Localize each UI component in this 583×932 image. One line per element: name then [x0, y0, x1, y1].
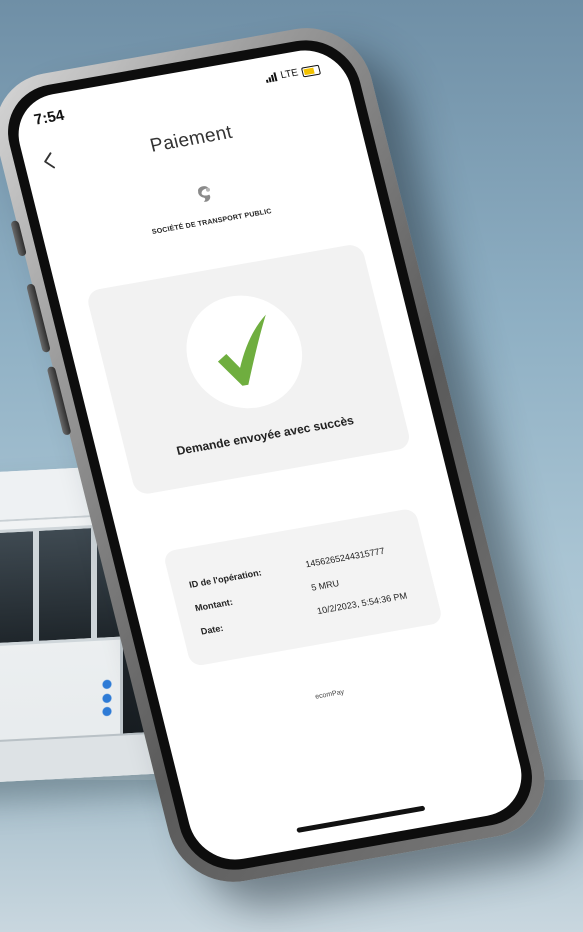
bus-logo-icon: [100, 675, 114, 717]
success-message: Demande envoyée avec succès: [175, 413, 356, 458]
detail-label: Date:: [199, 622, 225, 637]
transaction-details-card: ID de l'opération: 1456265244315777 Mont…: [162, 507, 444, 667]
status-time: 7:54: [32, 106, 67, 129]
network-label: LTE: [279, 67, 300, 82]
detail-label: Montant:: [193, 596, 234, 614]
footer-brand: ecomPay: [314, 688, 346, 701]
company-logo-icon: [198, 186, 211, 202]
detail-label: ID de l'opération:: [188, 567, 263, 590]
detail-value: 10/2/2023, 5:54:36 PM: [315, 590, 409, 617]
success-card: Demande envoyée avec succès: [85, 242, 412, 496]
status-indicators: LTE: [265, 64, 321, 84]
phone-mute-switch: [10, 220, 27, 257]
signal-icon: [265, 72, 278, 83]
detail-row-date: Date: 10/2/2023, 5:54:36 PM: [200, 588, 421, 637]
battery-icon: [300, 64, 321, 77]
home-indicator[interactable]: [296, 805, 426, 833]
detail-value: 1456265244315777: [304, 545, 386, 570]
bus-window: [0, 528, 36, 649]
detail-value: 5 MRU: [310, 578, 341, 593]
detail-row-operation-id: ID de l'opération: 1456265244315777: [188, 541, 409, 590]
bus-window: [36, 525, 94, 645]
